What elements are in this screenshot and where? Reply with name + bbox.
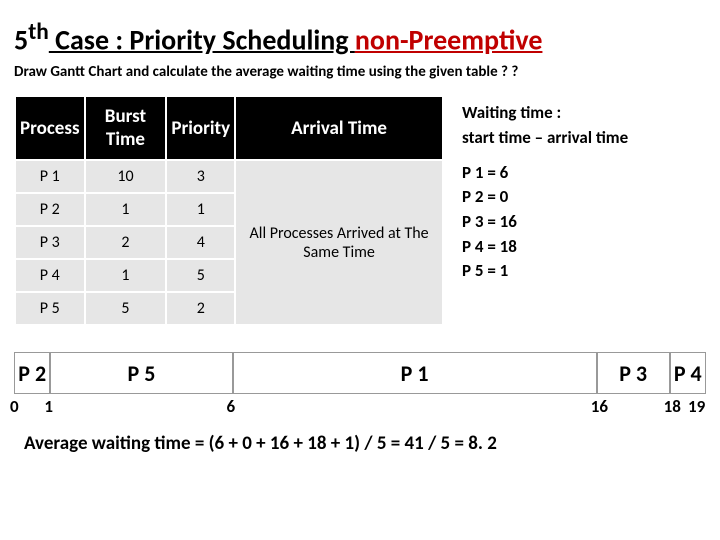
notes-line: P 4 = 18 xyxy=(462,235,628,260)
gantt-tick: 6 xyxy=(227,396,236,417)
cell-burst: 5 xyxy=(85,292,167,325)
cell-process: P 1 xyxy=(15,160,85,193)
gantt-segment: P 4 xyxy=(670,352,706,394)
gantt-tick: 19 xyxy=(688,396,705,417)
waiting-time-notes: Waiting time : start time – arrival time… xyxy=(462,95,628,326)
cell-priority: 3 xyxy=(166,160,235,193)
gantt-segment: P 5 xyxy=(50,352,232,394)
title-sup: th xyxy=(28,18,49,46)
notes-formula: start time – arrival time xyxy=(462,126,628,151)
col-priority: Priority xyxy=(166,96,235,160)
notes-line: P 2 = 0 xyxy=(462,185,628,210)
cell-burst: 2 xyxy=(85,226,167,259)
gantt-chart: P 2P 5P 1P 3P 4 016161819 xyxy=(14,352,706,416)
subtitle: Draw Gantt Chart and calculate the avera… xyxy=(14,63,706,81)
notes-line: P 1 = 6 xyxy=(462,161,628,186)
cell-process: P 5 xyxy=(15,292,85,325)
gantt-tick: 16 xyxy=(591,396,608,417)
col-arrival: Arrival Time xyxy=(235,96,443,160)
title-num: 5 xyxy=(14,22,28,57)
cell-arrival-merged: All Processes Arrived at The Same Time xyxy=(235,160,443,325)
notes-line: P 3 = 16 xyxy=(462,210,628,235)
cell-priority: 2 xyxy=(166,292,235,325)
cell-priority: 4 xyxy=(166,226,235,259)
title-main: Case : Priority Scheduling xyxy=(49,22,355,57)
col-process: Process xyxy=(15,96,85,160)
cell-process: P 2 xyxy=(15,193,85,226)
gantt-segment: P 2 xyxy=(14,352,50,394)
title-highlight: non-Preemptive xyxy=(355,22,543,57)
cell-priority: 5 xyxy=(166,259,235,292)
table-header-row: Process Burst Time Priority Arrival Time xyxy=(15,96,443,160)
gantt-segment: P 3 xyxy=(597,352,670,394)
notes-heading: Waiting time : xyxy=(462,101,628,126)
col-burst: Burst Time xyxy=(85,96,167,160)
slide-title: 5th Case : Priority Scheduling non-Preem… xyxy=(14,18,706,57)
gantt-tick: 1 xyxy=(44,396,53,417)
cell-process: P 4 xyxy=(15,259,85,292)
gantt-segment: P 1 xyxy=(233,352,597,394)
cell-process: P 3 xyxy=(15,226,85,259)
process-table: Process Burst Time Priority Arrival Time… xyxy=(14,95,444,326)
gantt-tick: 0 xyxy=(10,396,19,417)
cell-burst: 1 xyxy=(85,193,167,226)
table-row: P 1 10 3 All Processes Arrived at The Sa… xyxy=(15,160,443,193)
cell-burst: 1 xyxy=(85,259,167,292)
average-waiting-time: Average waiting time = (6 + 0 + 16 + 18 … xyxy=(24,432,706,455)
cell-burst: 10 xyxy=(85,160,167,193)
gantt-tick: 18 xyxy=(664,396,681,417)
notes-line: P 5 = 1 xyxy=(462,259,628,284)
cell-priority: 1 xyxy=(166,193,235,226)
content-row: Process Burst Time Priority Arrival Time… xyxy=(14,95,706,326)
